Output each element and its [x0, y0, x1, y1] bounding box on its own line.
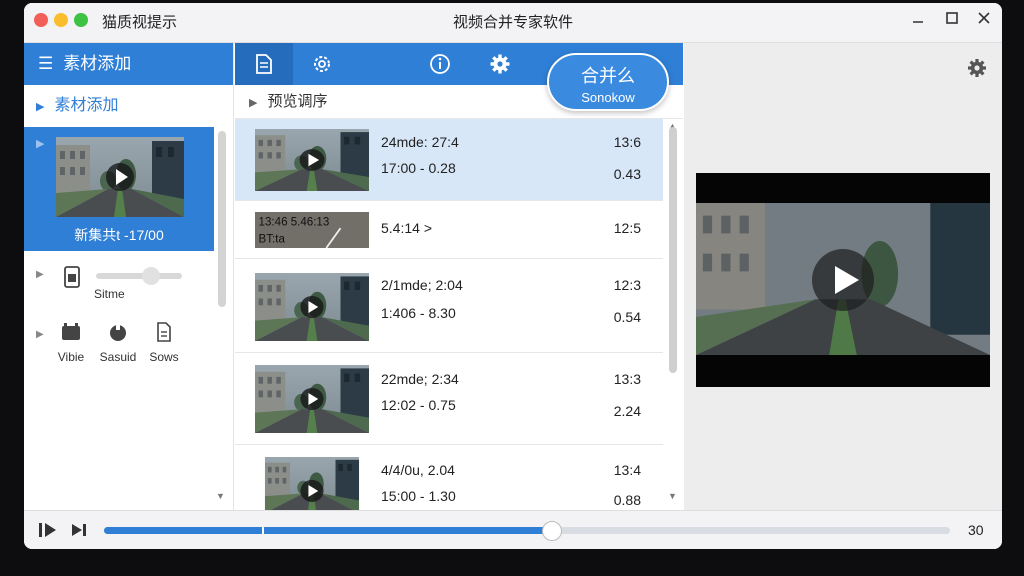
sidebar-selected-clip[interactable]: ▶ 新集共t -17/00: [24, 127, 214, 251]
tool-video[interactable]: Vibie: [49, 321, 93, 364]
preview-panel: [684, 43, 1002, 510]
title-bar: 猫质视提示 视频合并专家软件: [24, 3, 1002, 43]
progress-fill: [104, 527, 553, 534]
clip-duration: 12:5: [613, 220, 641, 236]
file-icon: [256, 54, 272, 74]
sidebar: ☰ 素材添加 ▶ 素材添加 ▶ 新集共t -17/00 ▼ ▶ Sitme ▶ …: [24, 43, 234, 510]
chevron-right-icon: ▶: [249, 97, 258, 109]
clip-row[interactable]: 4/4/0u, 2.04 15:00 - 1.30 13:4 0.88: [235, 445, 663, 510]
clip-range: 1:406 - 8.30: [381, 305, 456, 321]
clip-thumbnail: [255, 365, 369, 433]
audio-icon: [110, 324, 126, 341]
progress-track[interactable]: [104, 521, 950, 541]
chevron-right-icon: ▶: [36, 101, 45, 113]
clip-list-panel: 合并么 Sonokow ▶ 预览调序 24mde: 27:4 17:00 - 0.…: [235, 43, 683, 510]
clip-size: 0.43: [613, 166, 641, 182]
clip-range: 15:00 - 1.30: [381, 488, 456, 504]
clip-range: 12:02 - 0.75: [381, 397, 456, 413]
minimize-icon: [913, 21, 923, 23]
clip-row[interactable]: 22mde; 2:34 12:02 - 0.75 13:3 2.24: [235, 353, 663, 445]
clip-duration: 13:6: [613, 134, 641, 150]
slider-label: Sitme: [94, 287, 125, 301]
tab-files[interactable]: [235, 43, 293, 85]
clip-name: 24mde: 27:4: [381, 134, 459, 150]
clip-name: 5.4:14 >: [381, 220, 432, 236]
clip-name: 22mde; 2:34: [381, 371, 459, 387]
clip-thumbnail: [255, 457, 369, 513]
clip-size: 0.54: [613, 309, 641, 325]
tool-document[interactable]: Sows: [142, 321, 186, 364]
clip-thumbnail: [255, 273, 369, 341]
clip-size: 0.88: [613, 492, 641, 508]
expand-icon: ▶: [36, 138, 45, 150]
volume-slider-knob[interactable]: [142, 267, 160, 285]
settings-outline-icon: [314, 56, 330, 72]
progress-marker: [262, 527, 264, 534]
play-pause-icon[interactable]: [38, 521, 60, 539]
info-icon: [430, 54, 450, 74]
merge-button[interactable]: 合并么 Sonokow: [547, 53, 669, 111]
expand-icon[interactable]: ▶: [36, 329, 44, 340]
maximize-button[interactable]: [940, 9, 964, 33]
scroll-down-icon[interactable]: ▼: [668, 491, 677, 501]
settings-gear-icon[interactable]: [966, 57, 988, 79]
clip-range: 17:00 - 0.28: [381, 160, 456, 176]
clip-row[interactable]: 24mde: 27:4 17:00 - 0.28 13:6 0.43: [235, 119, 663, 201]
playback-bar: 30: [24, 510, 1002, 549]
clip-duration: 13:4: [613, 462, 641, 478]
video-player[interactable]: [696, 173, 990, 387]
video-icon: [62, 323, 80, 340]
tab-info[interactable]: [411, 43, 469, 85]
big-play-icon[interactable]: [811, 248, 875, 312]
sidebar-section-label: 素材添加: [54, 97, 119, 114]
merge-button-sublabel: Sonokow: [581, 90, 635, 105]
device-icon: [64, 266, 80, 288]
clip-duration: 12:3: [613, 277, 641, 293]
thumb-overlay-text: 13:46 5.46:13: [259, 215, 330, 228]
sidebar-volume-row: ▶ Sitme: [24, 261, 214, 311]
progress-knob[interactable]: [542, 521, 563, 541]
merge-button-label: 合并么: [581, 66, 635, 86]
maximize-icon: [946, 12, 958, 24]
app-window: 猫质视提示 视频合并专家软件 ☰ 素材添加 ▶ 素材添加 ▶ 新集共t -17/00: [24, 3, 1002, 549]
close-icon: [978, 12, 990, 24]
clip-row[interactable]: 13:46 5.46:13 BT:ta 5.4:14 > 12:5: [235, 201, 663, 259]
tool-video-label: Vibie: [57, 350, 85, 364]
clip-thumbnail: 13:46 5.46:13 BT:ta: [255, 212, 369, 248]
sidebar-header[interactable]: ☰ 素材添加: [24, 43, 233, 85]
scroll-down-icon[interactable]: ▼: [216, 491, 225, 501]
time-end-label: 30: [968, 522, 984, 538]
next-frame-icon[interactable]: [70, 521, 90, 539]
tool-document-label: Sows: [149, 350, 179, 364]
sidebar-section[interactable]: ▶ 素材添加: [24, 85, 233, 127]
clip-thumbnail: [255, 129, 369, 191]
volume-slider[interactable]: [96, 273, 182, 279]
clip-name: 4/4/0u, 2.04: [381, 462, 455, 478]
tool-audio[interactable]: Sasuid: [96, 321, 140, 364]
clip-duration: 13:3: [613, 371, 641, 387]
document-icon: [157, 322, 171, 342]
sidebar-header-label: 素材添加: [63, 54, 132, 73]
window-title: 视频合并专家软件: [452, 14, 573, 31]
preview-section-label: 预览调序: [267, 93, 328, 110]
gear-icon: [490, 54, 510, 74]
sidebar-tools-row: ▶ Vibie Sasuid Sows: [24, 319, 214, 369]
thumb-overlay-text: BT:ta: [259, 233, 286, 246]
clip-size: 2.24: [613, 403, 641, 419]
clip-thumbnail: [56, 137, 184, 217]
clip-name: 2/1mde; 2:04: [381, 277, 463, 293]
sidebar-scrollbar[interactable]: [218, 131, 226, 307]
selected-clip-caption: 新集共t -17/00: [74, 227, 164, 243]
tab-settings[interactable]: [293, 43, 351, 85]
minimize-button[interactable]: [906, 9, 930, 33]
tool-audio-label: Sasuid: [99, 350, 137, 364]
close-button[interactable]: [972, 9, 996, 33]
clip-list-scrollbar[interactable]: [669, 127, 677, 373]
tab-gear[interactable]: [471, 43, 529, 85]
hamburger-icon[interactable]: ☰: [38, 43, 53, 85]
expand-icon[interactable]: ▶: [36, 269, 44, 280]
clip-row[interactable]: 2/1mde; 2:04 1:406 - 8.30 12:3 0.54: [235, 259, 663, 353]
